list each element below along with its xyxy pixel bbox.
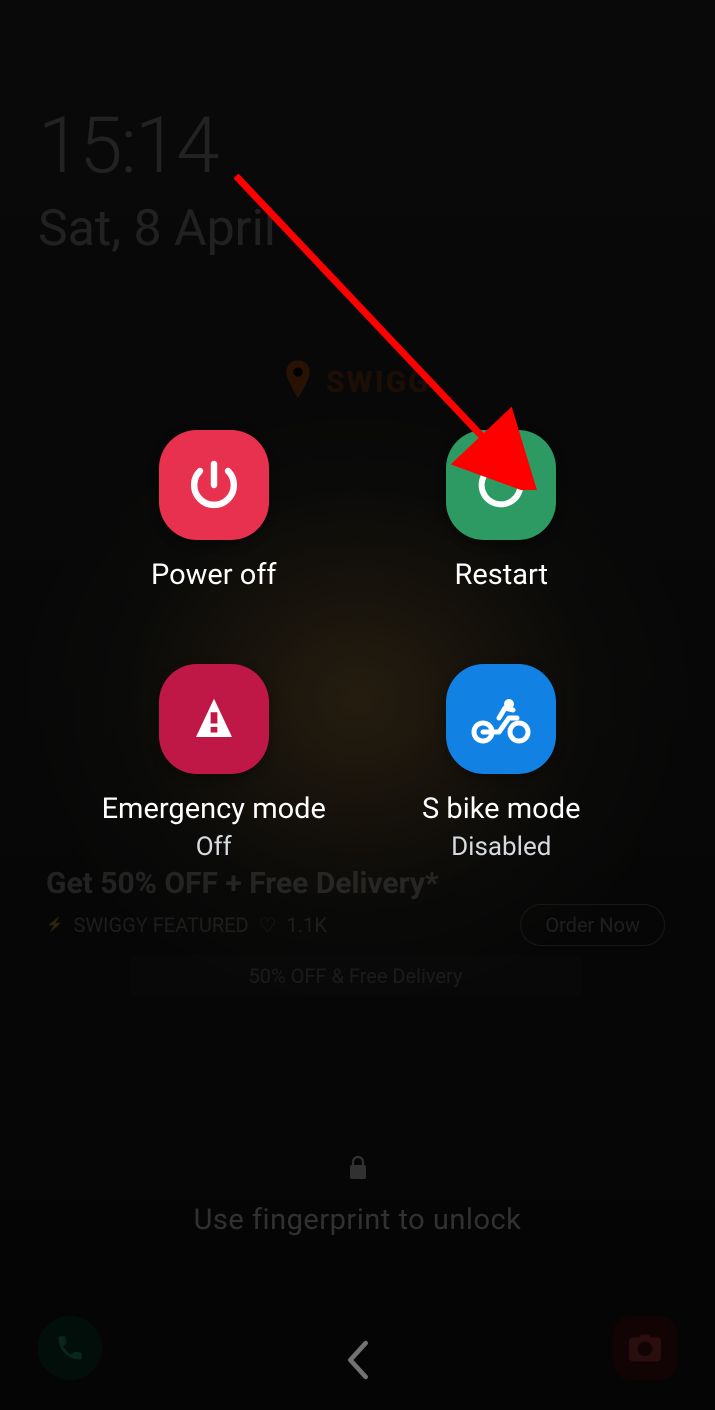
power-off-button[interactable]: Power off xyxy=(151,430,277,592)
emergency-status: Off xyxy=(196,832,232,862)
power-menu: Power off Restart Emergency mode Off xyxy=(0,430,715,862)
restart-button[interactable]: Restart xyxy=(446,430,556,592)
power-off-icon xyxy=(159,430,269,540)
sbike-mode-button[interactable]: S bike mode Disabled xyxy=(422,664,580,862)
emergency-mode-button[interactable]: Emergency mode Off xyxy=(102,664,326,862)
motorcycle-icon xyxy=(446,664,556,774)
power-off-label: Power off xyxy=(151,558,277,592)
restart-icon xyxy=(446,430,556,540)
sbike-label: S bike mode xyxy=(422,792,580,826)
emergency-icon xyxy=(159,664,269,774)
emergency-label: Emergency mode xyxy=(102,792,326,826)
sbike-status: Disabled xyxy=(451,832,551,862)
restart-label: Restart xyxy=(455,558,549,592)
